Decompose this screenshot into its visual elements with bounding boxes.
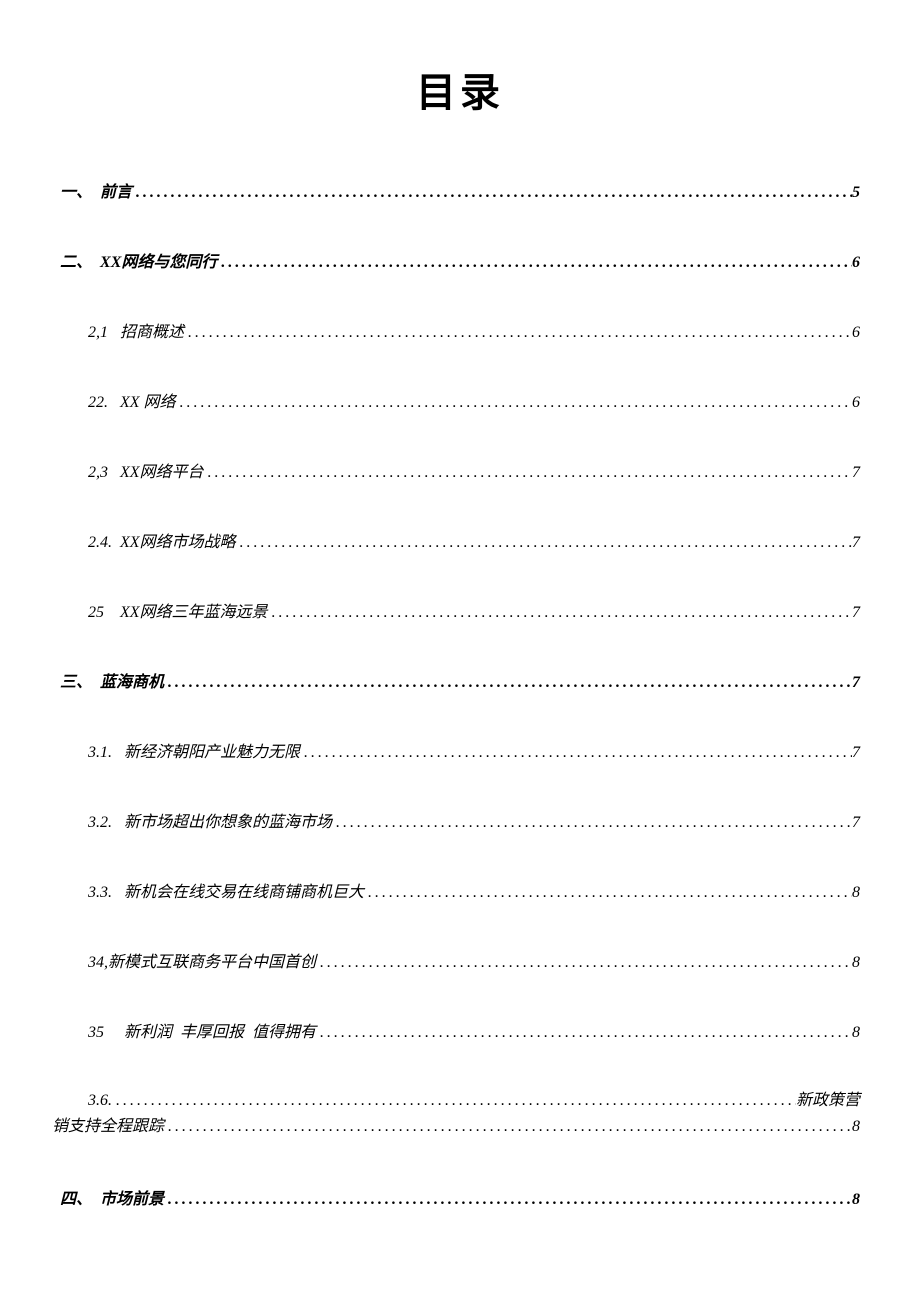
toc-num: 2,3 [88, 464, 108, 482]
toc-page: 8 [852, 954, 860, 972]
toc-page: 8 [852, 884, 860, 902]
toc-dots: ........................................… [300, 744, 852, 762]
toc-num: 25 [88, 604, 104, 622]
toc-entry: 25 XX网络三年蓝海远景...........................… [60, 598, 860, 622]
toc-page: 8 [852, 1191, 860, 1209]
toc-entry: 2,1 招商概述................................… [60, 318, 860, 342]
toc-num: 二、 [60, 248, 92, 272]
toc-entry: 3.3. 新机会在线交易在线商铺商机巨大....................… [60, 878, 860, 902]
toc-dots: ........................................… [184, 324, 852, 342]
toc-page: 6 [852, 254, 860, 272]
toc-label: 新模式互联商务平台中国首创 [108, 948, 316, 972]
toc-label: 新利润 丰厚回报 值得拥有 [104, 1018, 316, 1042]
toc-page: 6 [852, 394, 860, 412]
toc-wrapped-entry: 3.6. ...................................… [60, 1088, 860, 1139]
toc-dots: ........................................… [204, 464, 852, 482]
toc-label: 市场前景 [92, 1185, 164, 1209]
toc-title: 目录 [60, 60, 860, 118]
toc-label: XX网络市场战略 [112, 528, 236, 552]
toc-page: 8 [852, 1024, 860, 1042]
toc-num: 3.6. [88, 1088, 112, 1114]
toc-num: 一、 [60, 178, 92, 202]
toc-entry: 2,3 XX网络平台..............................… [60, 458, 860, 482]
toc-dots: ........................................… [236, 534, 852, 552]
toc-num: 四、 [60, 1185, 92, 1209]
toc-label-part1: 新政策营 [796, 1088, 860, 1114]
toc-num: 35 [88, 1024, 104, 1042]
toc-page: 7 [852, 534, 860, 552]
toc-label: XX 网络 [108, 388, 176, 412]
toc-page: 7 [852, 744, 860, 762]
toc-dots: ........................................… [132, 184, 852, 202]
toc-dots: ........................................… [316, 954, 852, 972]
toc-entry: 一、 前言...................................… [60, 178, 860, 202]
toc-label: XX网络与您同行 [92, 248, 217, 272]
toc-page: 7 [852, 604, 860, 622]
toc-num: 2,1 [88, 324, 108, 342]
toc-entry: 3.2. 新市场超出你想象的蓝海市场......................… [60, 808, 860, 832]
toc-dots: ........................................… [112, 1088, 796, 1114]
toc-dots: ........................................… [316, 1024, 852, 1042]
toc-label: 前言 [92, 178, 132, 202]
toc-label: 蓝海商机 [92, 668, 164, 692]
toc-page: 7 [852, 464, 860, 482]
toc-num: 34, [88, 954, 108, 972]
toc-label: XX网络平台 [108, 458, 204, 482]
toc-entry: 34,新模式互联商务平台中国首创........................… [60, 948, 860, 972]
toc-dots: ........................................… [164, 1191, 852, 1209]
toc-page: 7 [852, 674, 860, 692]
toc-entry: 2.4. XX网络市场战略...........................… [60, 528, 860, 552]
toc-num: 3.3. [88, 884, 112, 902]
toc-dots: ........................................… [332, 814, 852, 832]
toc-num: 3.1. [88, 744, 112, 762]
toc-label: 招商概述 [108, 318, 184, 342]
toc-dots: ........................................… [164, 1114, 852, 1140]
toc-dots: ........................................… [268, 604, 852, 622]
toc-num: 三、 [60, 668, 92, 692]
toc-list: 一、 前言...................................… [60, 178, 860, 1042]
toc-label: XX网络三年蓝海远景 [104, 598, 268, 622]
toc-num: 22. [88, 394, 108, 412]
toc-entry: 四、 市场前景.................................… [60, 1185, 860, 1209]
toc-num: 2.4. [88, 534, 112, 552]
toc-label: 新市场超出你想象的蓝海市场 [112, 808, 332, 832]
toc-dots: ........................................… [176, 394, 852, 412]
toc-entry: 22. XX 网络...............................… [60, 388, 860, 412]
toc-entry: 35 新利润 丰厚回报 值得拥有........................… [60, 1018, 860, 1042]
toc-page: 7 [852, 814, 860, 832]
toc-num: 3.2. [88, 814, 112, 832]
toc-page: 5 [852, 184, 860, 202]
toc-dots: ........................................… [217, 254, 852, 272]
toc-last: 四、 市场前景.................................… [60, 1185, 860, 1209]
toc-entry: 三、 蓝海商机.................................… [60, 668, 860, 692]
toc-page: 6 [852, 324, 860, 342]
toc-page: 8 [852, 1114, 860, 1140]
toc-label-part2: 销支持全程跟踪 [52, 1114, 164, 1140]
toc-dots: ........................................… [364, 884, 852, 902]
toc-dots: ........................................… [164, 674, 852, 692]
toc-entry: 二、 XX网络与您同行.............................… [60, 248, 860, 272]
toc-label: 新经济朝阳产业魅力无限 [112, 738, 300, 762]
toc-label: 新机会在线交易在线商铺商机巨大 [112, 878, 364, 902]
toc-entry: 3.1. 新经济朝阳产业魅力无限........................… [60, 738, 860, 762]
